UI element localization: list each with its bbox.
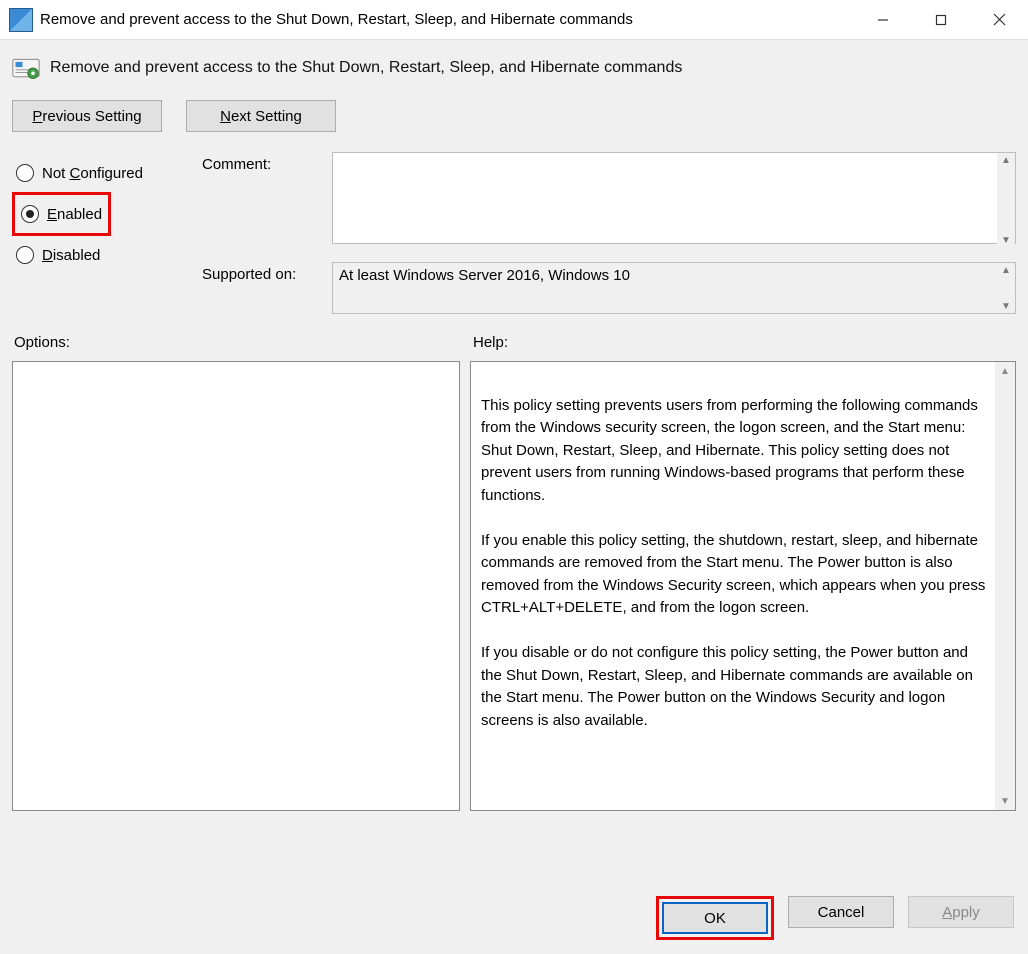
- help-scrollbar[interactable]: ▲ ▼: [995, 362, 1015, 810]
- supported-scroll[interactable]: ▲ ▼: [997, 263, 1015, 313]
- window-title: Remove and prevent access to the Shut Do…: [40, 11, 854, 28]
- chevron-up-icon: ▲: [995, 362, 1015, 380]
- cancel-button[interactable]: Cancel: [788, 896, 894, 928]
- maximize-button[interactable]: [912, 0, 970, 40]
- policy-header: Remove and prevent access to the Shut Do…: [12, 54, 1016, 82]
- radio-disabled[interactable]: Disabled: [12, 236, 182, 274]
- nav-buttons: Previous Setting Next Setting: [12, 100, 1016, 132]
- options-label: Options:: [12, 334, 469, 351]
- options-panel: [12, 361, 460, 811]
- supported-on-value: At least Windows Server 2016, Windows 10: [332, 262, 1016, 314]
- chevron-up-icon: ▲: [997, 153, 1015, 167]
- policy-icon: [12, 54, 40, 82]
- chevron-down-icon: ▼: [995, 792, 1015, 810]
- apply-button[interactable]: Apply: [908, 896, 1014, 928]
- chevron-down-icon: ▼: [997, 299, 1015, 313]
- help-label: Help:: [469, 334, 1016, 351]
- previous-setting-button[interactable]: Previous Setting: [12, 100, 162, 132]
- next-setting-button[interactable]: Next Setting: [186, 100, 336, 132]
- dialog-body: Remove and prevent access to the Shut Do…: [0, 40, 1028, 954]
- dialog-footer: OK Cancel Apply: [656, 896, 1014, 940]
- comment-input[interactable]: [332, 152, 1016, 244]
- comment-scroll[interactable]: ▲ ▼: [997, 153, 1015, 247]
- ok-button[interactable]: OK: [662, 902, 768, 934]
- radio-icon: [21, 205, 39, 223]
- chevron-up-icon: ▲: [997, 263, 1015, 277]
- supported-on-label: Supported on:: [202, 262, 332, 283]
- help-panel: This policy setting prevents users from …: [470, 361, 1016, 811]
- close-button[interactable]: [970, 0, 1028, 40]
- radio-icon: [16, 246, 34, 264]
- policy-title: Remove and prevent access to the Shut Do…: [50, 59, 682, 77]
- state-radio-group: Not Configured Enabled Disabled: [12, 152, 182, 274]
- titlebar: Remove and prevent access to the Shut Do…: [0, 0, 1028, 40]
- comment-label: Comment:: [202, 152, 332, 173]
- chevron-down-icon: ▼: [997, 233, 1015, 247]
- help-text: This policy setting prevents users from …: [481, 397, 985, 729]
- radio-not-configured[interactable]: Not Configured: [12, 154, 182, 192]
- radio-enabled[interactable]: Enabled: [17, 195, 106, 233]
- app-icon: [10, 9, 32, 31]
- minimize-button[interactable]: [854, 0, 912, 40]
- radio-icon: [16, 164, 34, 182]
